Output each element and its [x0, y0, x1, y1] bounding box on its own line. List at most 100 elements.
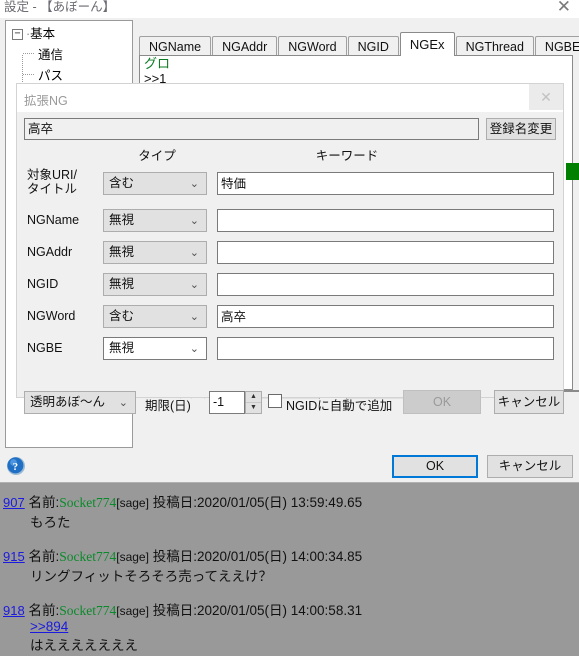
- tree-item-basic[interactable]: − ·基本: [6, 21, 132, 43]
- expiry-label: 期限(日): [145, 399, 191, 413]
- cancel-button[interactable]: キャンセル: [487, 455, 573, 478]
- post-body: リングフィットそろそろ売ってええけ？: [30, 569, 273, 584]
- close-icon[interactable]: ✕: [557, 0, 571, 16]
- auto-add-ngid-checkbox[interactable]: [268, 394, 282, 408]
- dialog-body: 高卒 登録名変更 タイプ キーワード 対象URI/ タイトル 含む ⌄ 特価 N…: [17, 112, 564, 414]
- type-select-ngbe-value: 無視: [109, 341, 135, 355]
- tab-ngthread[interactable]: NGThread: [455, 36, 534, 56]
- tree-item-tsushin[interactable]: 通信: [6, 43, 132, 64]
- rule-row-ngname: NGName 無視 ⌄: [17, 207, 563, 237]
- tab-ngword[interactable]: NGWord: [278, 36, 347, 56]
- collapse-icon[interactable]: −: [12, 29, 23, 40]
- post-name-label: 名前:: [28, 495, 60, 510]
- type-select-ngname[interactable]: 無視 ⌄: [103, 209, 207, 232]
- chevron-down-icon: ⌄: [118, 397, 128, 409]
- post-body: はえええええええ: [30, 638, 138, 653]
- type-select-ngname-value: 無視: [109, 213, 135, 227]
- keyword-input-ngbe[interactable]: [217, 337, 554, 360]
- rule-row-ngword: NGWord 含む ⌄ 高卒: [17, 303, 563, 333]
- post-header: 907 名前:Socket774[sage] 投稿日:2020/01/05(日)…: [0, 491, 579, 511]
- help-icon[interactable]: ?: [6, 456, 26, 476]
- abone-type-select[interactable]: 透明あぼ〜ん ⌄: [24, 391, 136, 414]
- post-date: 2020/01/05(日) 14:00:34.85: [196, 549, 363, 564]
- rule-row-ngid: NGID 無視 ⌄: [17, 271, 563, 301]
- column-header-keyword: キーワード: [315, 149, 379, 163]
- post-number-link[interactable]: 918: [3, 603, 25, 618]
- tree-branch-line: [23, 53, 34, 54]
- post-mail: [sage]: [116, 496, 149, 510]
- type-select-uri-title[interactable]: 含む ⌄: [103, 172, 207, 195]
- post-author: Socket774: [59, 603, 117, 618]
- type-select-ngword-value: 含む: [109, 309, 135, 323]
- keyword-input-ngname[interactable]: [217, 209, 554, 232]
- tab-ngid[interactable]: NGID: [347, 36, 399, 56]
- thread-post-list[interactable]: 907 名前:Socket774[sage] 投稿日:2020/01/05(日)…: [0, 483, 579, 656]
- post-author: Socket774: [59, 495, 117, 510]
- dialog-title: 拡張NG: [24, 94, 68, 108]
- keyword-input-ngaddr[interactable]: [217, 241, 554, 264]
- tab-ngaddr[interactable]: NGAddr: [212, 36, 278, 56]
- right-separator: [564, 390, 579, 392]
- auto-add-ngid-label: NGIDに自動で追加: [286, 399, 393, 413]
- post-number-link[interactable]: 915: [3, 549, 25, 564]
- tree-item-path[interactable]: パス: [6, 64, 132, 85]
- chevron-down-icon: ⌄: [189, 343, 199, 355]
- post-item: 918 名前:Socket774[sage] 投稿日:2020/01/05(日)…: [0, 599, 579, 654]
- tab-ngbe[interactable]: NGBE: [534, 36, 579, 56]
- keyword-input-ngword[interactable]: 高卒: [217, 305, 554, 328]
- post-date-label: 投稿日:: [152, 603, 197, 618]
- spinner-up-icon[interactable]: ▲: [246, 392, 261, 403]
- keyword-input-ngid[interactable]: [217, 273, 554, 296]
- tab-strip[interactable]: NGName NGAddr NGWord NGID NGEx NGThread …: [139, 32, 579, 56]
- type-select-ngaddr[interactable]: 無視 ⌄: [103, 241, 207, 264]
- anchor-text[interactable]: >>894: [30, 619, 68, 634]
- registration-name-input[interactable]: 高卒: [24, 118, 479, 140]
- column-header-type: タイプ: [138, 149, 176, 163]
- tab-ngex[interactable]: NGEx: [399, 32, 455, 56]
- rule-row-uri-title: 対象URI/ タイトル 含む ⌄ 特価: [17, 167, 563, 197]
- abone-type-select-value: 透明あぼ〜ん: [30, 395, 106, 409]
- chevron-down-icon: ⌄: [189, 178, 199, 190]
- type-select-ngword[interactable]: 含む ⌄: [103, 305, 207, 328]
- dialog-close-icon[interactable]: ✕: [529, 84, 563, 110]
- dialog-ok-button[interactable]: OK: [403, 390, 481, 414]
- app-root: 設定 - 【あぼーん】 ✕ −·基本 通信 パス 動作 NGName: [0, 0, 579, 656]
- post-name-label: 名前:: [28, 603, 60, 618]
- tree-item-basic-label: 基本: [30, 27, 56, 41]
- keyword-input-uri-title[interactable]: 特価: [217, 172, 554, 195]
- expiry-input[interactable]: -1: [209, 391, 245, 414]
- window-title: 設定 - 【あぼーん】: [4, 0, 116, 14]
- chevron-down-icon: ⌄: [189, 215, 199, 227]
- tree-branch-line: [23, 74, 34, 75]
- expiry-spinner[interactable]: ▲ ▼: [245, 391, 262, 414]
- rule-row-ngbe: NGBE 無視 ⌄: [17, 335, 563, 365]
- dialog-cancel-button[interactable]: キャンセル: [494, 390, 564, 414]
- post-item: 915 名前:Socket774[sage] 投稿日:2020/01/05(日)…: [0, 545, 579, 585]
- post-author: Socket774: [59, 549, 117, 564]
- ok-button[interactable]: OK: [392, 455, 478, 478]
- type-select-ngid[interactable]: 無視 ⌄: [103, 273, 207, 296]
- type-select-ngbe[interactable]: 無視 ⌄: [103, 337, 207, 360]
- post-item: 907 名前:Socket774[sage] 投稿日:2020/01/05(日)…: [0, 491, 579, 531]
- tab-ngname[interactable]: NGName: [139, 36, 212, 56]
- post-number-link[interactable]: 907: [3, 495, 25, 510]
- extended-ng-dialog: 拡張NG ✕ 高卒 登録名変更 タイプ キーワード 対象URI/ タイトル 含む…: [17, 84, 564, 414]
- row-label-ngaddr: NGAddr: [27, 245, 73, 259]
- tree-item-path-label: パス: [38, 69, 64, 83]
- rule-row-ngaddr: NGAddr 無視 ⌄: [17, 239, 563, 269]
- chevron-down-icon: ⌄: [189, 279, 199, 291]
- row-label-ngword: NGWord: [27, 309, 76, 323]
- chevron-down-icon: ⌄: [189, 311, 199, 323]
- post-name-label: 名前:: [28, 549, 60, 564]
- row-label-title: タイトル: [27, 182, 78, 196]
- row-label-ngname: NGName: [27, 213, 80, 227]
- post-mail: [sage]: [116, 550, 149, 564]
- spinner-down-icon[interactable]: ▼: [246, 403, 261, 413]
- post-body: もろた: [30, 515, 71, 530]
- rename-button[interactable]: 登録名変更: [486, 118, 556, 140]
- post-header: 918 名前:Socket774[sage] 投稿日:2020/01/05(日)…: [0, 599, 579, 619]
- post-anchor-link[interactable]: >>894: [0, 619, 579, 634]
- tree-item-tsushin-label: 通信: [38, 48, 64, 62]
- chevron-down-icon: ⌄: [189, 247, 199, 259]
- ngex-list-item[interactable]: グロ: [140, 56, 572, 71]
